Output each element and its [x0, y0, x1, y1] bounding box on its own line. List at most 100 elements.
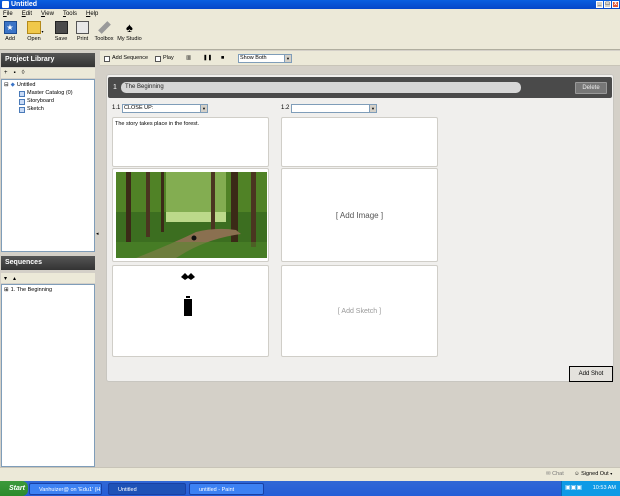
move-down-icon[interactable]: ▾	[4, 275, 7, 282]
sequence-toolbar: Add Sequence Play ▥ ❚❚ ■ Show Both ▼	[100, 51, 620, 66]
chat-label: Chat	[552, 471, 564, 477]
add-sketch-box[interactable]: [ Add Sketch ]	[281, 265, 438, 357]
status-bar: ✉ Chat ☺ Signed Out ▾	[0, 467, 620, 481]
menu-file[interactable]: File	[3, 9, 13, 19]
clock: 10:53 AM	[592, 485, 616, 491]
print-button[interactable]: Print	[75, 21, 90, 43]
add-sequence-button[interactable]: Add Sequence	[104, 54, 148, 63]
add-label: Add	[5, 36, 15, 42]
sketch-icon	[19, 106, 25, 113]
taskbar-item-untitled[interactable]: Untitled	[108, 483, 186, 495]
catalog-icon	[19, 90, 25, 97]
tree-item-storyboard[interactable]: Storyboard	[19, 98, 54, 105]
sign-in-status[interactable]: ☺ Signed Out ▾	[574, 471, 612, 477]
add-image-label: [ Add Image ]	[335, 210, 384, 220]
user-icon: ☺	[574, 471, 580, 477]
shot-type-value: CLOSE UP:	[124, 105, 154, 111]
shot-description-box[interactable]: The story takes place in the forest.	[112, 117, 269, 167]
show-select-value: Show Both	[240, 55, 267, 61]
shot-type-select[interactable]: ▼	[291, 104, 377, 113]
maximize-button[interactable]: □	[604, 1, 611, 8]
tree-item-sketch[interactable]: Sketch	[19, 106, 44, 113]
add-shot-label: Add Shot	[578, 371, 604, 377]
folder-icon	[27, 21, 41, 34]
minimize-button[interactable]: _	[596, 1, 603, 8]
tray-icons[interactable]: ▣▣▣	[565, 481, 582, 496]
title-bar: Untitled _ □ x	[0, 0, 620, 9]
chat-status[interactable]: ✉ Chat	[546, 471, 564, 477]
sequences-list: ⊞ 1. The Beginning	[1, 284, 95, 467]
window-title: Untitled	[11, 1, 38, 8]
app-icon	[2, 1, 9, 8]
chevron-down-icon: ▾	[610, 471, 613, 476]
stop-icon: ■	[221, 55, 225, 61]
pause-icon: ❚❚	[203, 55, 213, 61]
folder-small-icon[interactable]: ▪	[14, 70, 16, 76]
tree-item-label: Master Catalog (0)	[27, 90, 73, 96]
spade-icon: ♠	[126, 20, 133, 35]
toolbox-button[interactable]: Toolbox	[93, 21, 115, 43]
my-studio-button[interactable]: ♠ My Studio	[117, 21, 142, 43]
forest-image	[116, 172, 267, 258]
sequence-item[interactable]: ⊞ 1. The Beginning	[4, 287, 52, 294]
move-up-icon[interactable]: ▴	[13, 275, 16, 282]
project-icon: ◆	[10, 82, 15, 88]
project-library-header: Project Library	[1, 53, 95, 67]
start-button[interactable]: Start	[0, 481, 28, 496]
printer-icon	[76, 21, 89, 34]
floppy-icon	[54, 21, 68, 34]
sequence-title-input[interactable]: The Beginning	[121, 82, 521, 93]
wrench-icon	[97, 21, 111, 34]
shot-type-select[interactable]: CLOSE UP: ▼	[122, 104, 208, 113]
shot-image-box[interactable]	[112, 168, 269, 262]
add-button[interactable]: ★ Add	[3, 21, 17, 43]
play-button[interactable]: Play	[155, 54, 174, 63]
shot-description-text: The story takes place in the forest.	[115, 121, 200, 127]
tree-item-label: Storyboard	[27, 98, 54, 104]
menu-bar: File Edit View Tools Help	[0, 9, 620, 19]
tag-icon[interactable]: ◊	[22, 70, 25, 76]
tree-root-label: Untitled	[16, 82, 36, 88]
show-select[interactable]: Show Both ▼	[238, 54, 292, 63]
view-columns-button[interactable]: ▥	[186, 54, 191, 63]
add-item-icon[interactable]: +	[4, 70, 8, 76]
add-image-box[interactable]: [ Add Image ]	[281, 168, 438, 262]
chevron-down-icon: ▼	[284, 55, 291, 62]
shot-sketch-box[interactable]	[112, 265, 269, 357]
project-tree: ⊟ ◆ Untitled Master Catalog (0) Storyboa…	[1, 79, 95, 252]
sequences-header: Sequences	[1, 256, 95, 270]
storyboard-icon	[19, 98, 25, 105]
close-button[interactable]: x	[612, 1, 619, 8]
menu-tools[interactable]: Tools	[63, 9, 77, 19]
delete-sequence-button[interactable]: Delete	[575, 82, 607, 94]
tree-item-label: Sketch	[27, 106, 44, 112]
open-dropdown-arrow[interactable]: ▾	[40, 28, 45, 36]
menu-view[interactable]: View	[41, 9, 54, 19]
view-pause-button[interactable]: ❚❚	[203, 54, 212, 63]
sequence-number: 1	[113, 84, 117, 91]
collapse-arrow-icon[interactable]: ◂	[96, 231, 99, 237]
add-sequence-label: Add Sequence	[112, 55, 149, 61]
tree-item-master-catalog[interactable]: Master Catalog (0)	[19, 90, 73, 97]
play-label: Play	[163, 55, 174, 61]
add-shot-button[interactable]: Add Shot	[569, 366, 613, 382]
columns-icon: ▥	[186, 55, 192, 61]
save-label: Save	[54, 36, 68, 42]
expand-icon: ⊞	[4, 287, 9, 293]
chevron-down-icon: ▼	[369, 105, 376, 112]
taskbar-item-explorer[interactable]: Vanhuizer@ on 'Edu1' (H:)	[29, 483, 102, 495]
taskbar-item-paint[interactable]: untitled - Paint	[189, 483, 264, 495]
menu-help[interactable]: Help	[86, 9, 98, 19]
toolbox-label: Toolbox	[94, 36, 114, 42]
save-button[interactable]: Save	[54, 21, 68, 43]
chat-icon: ✉	[546, 471, 551, 477]
shot-label: 1.2	[281, 105, 290, 111]
signed-out-label: Signed Out	[581, 471, 609, 477]
add-sequence-icon	[104, 55, 110, 62]
tree-root[interactable]: ⊟ ◆ Untitled	[4, 82, 36, 89]
menu-edit[interactable]: Edit	[22, 9, 32, 19]
sketch-drawing	[181, 273, 195, 316]
view-stop-button[interactable]: ■	[221, 54, 224, 63]
shot-label: 1.1	[112, 105, 121, 111]
shot-description-box[interactable]	[281, 117, 438, 167]
